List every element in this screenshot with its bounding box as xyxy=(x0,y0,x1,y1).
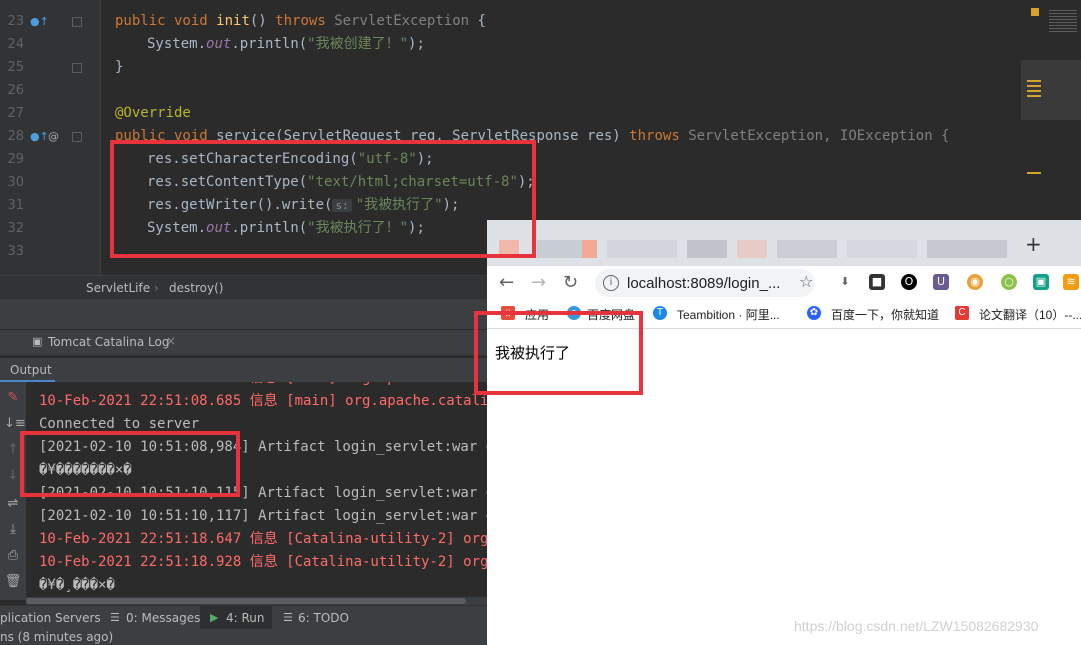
extension-icon[interactable]: ■ xyxy=(869,274,885,290)
code-line-23: public void init() throws ServletExcepti… xyxy=(115,13,486,29)
log-line: 10-Feb-2021 22:51:07.XXX 信息 [main] org.a… xyxy=(39,382,487,390)
line-number: 27 xyxy=(7,106,24,121)
breadcrumb-method[interactable]: destroy() xyxy=(169,281,223,295)
line-number: 29 xyxy=(7,152,24,167)
extension-icon[interactable]: ○ xyxy=(1001,274,1017,290)
blurred-tab[interactable] xyxy=(847,240,917,258)
info-icon[interactable]: i xyxy=(603,275,619,291)
line-number: 31 xyxy=(7,198,24,213)
rss-icon[interactable]: ≋ xyxy=(1063,274,1079,290)
watermark: https://blog.csdn.net/LZW15082682930 xyxy=(794,618,1039,634)
line-number: 24 xyxy=(7,37,24,52)
blurred-tab[interactable] xyxy=(777,240,837,258)
close-icon[interactable]: × xyxy=(166,334,176,348)
log-line: 10-Feb-2021 22:51:18.928 信息 [Catalina-ut… xyxy=(39,554,487,570)
annotation-box-browser xyxy=(474,311,643,395)
breadcrumb-class[interactable]: ServletLife xyxy=(86,281,150,295)
override-icon[interactable]: ●↑ xyxy=(30,125,49,148)
messages-icon: ☰ xyxy=(110,611,120,624)
extension-icon[interactable]: O xyxy=(901,274,917,290)
run-icon: ▶ xyxy=(210,611,219,624)
at-annotation-icon[interactable]: @ xyxy=(48,125,59,148)
blurred-tab[interactable] xyxy=(737,240,767,258)
code-line-25: } xyxy=(115,59,124,75)
warning-marker[interactable] xyxy=(1031,8,1039,16)
reload-icon[interactable]: ↻ xyxy=(563,272,578,293)
scroll-to-end-icon[interactable]: ⤓ xyxy=(4,522,22,537)
tab-run[interactable]: 4: Run xyxy=(226,611,265,625)
forward-icon[interactable]: → xyxy=(531,272,546,293)
new-tab-button[interactable]: + xyxy=(1025,232,1042,256)
annotation-box-console xyxy=(20,431,240,497)
annotation-box-code xyxy=(110,140,536,258)
bookmark-teambition[interactable]: Teambition · 阿里... xyxy=(677,306,780,323)
status-text: ns (8 minutes ago) xyxy=(0,630,114,644)
save-icon[interactable]: ▣ xyxy=(1033,274,1049,290)
tab-output[interactable]: Output xyxy=(10,363,52,377)
back-icon[interactable]: ← xyxy=(499,272,514,293)
line-number: 28 xyxy=(7,129,24,144)
download-icon[interactable]: ⬇ xyxy=(837,274,853,290)
line-number: 33 xyxy=(7,244,24,259)
line-number: 26 xyxy=(7,83,24,98)
address-bar[interactable]: i localhost:8089/login_... xyxy=(595,269,815,297)
baidu-paw-icon: ✿ xyxy=(807,306,821,320)
tomcat-log-icon: ▣ xyxy=(32,335,43,348)
fold-icon[interactable] xyxy=(72,17,82,27)
fold-icon[interactable] xyxy=(72,132,82,142)
log-line: �¥�¸���×� xyxy=(39,577,115,593)
clear-icon[interactable]: ✎ xyxy=(4,390,22,405)
line-number: 25 xyxy=(7,60,24,75)
line-number: 23 xyxy=(7,14,24,29)
bookmark-star-icon[interactable]: ☆ xyxy=(799,272,813,291)
trash-icon[interactable]: 🗑 xyxy=(4,574,22,589)
teambition-icon: T xyxy=(653,306,667,320)
output-tab-bar: Output xyxy=(0,358,487,382)
csdn-icon: C xyxy=(955,306,969,320)
console-horizontal-scrollbar[interactable] xyxy=(26,597,487,605)
scrollbar-thumb[interactable] xyxy=(26,598,466,604)
url-text[interactable]: localhost:8089/login_... xyxy=(627,275,780,292)
code-line-24: System.out.println("我被创建了！"); xyxy=(147,36,425,52)
tab-todo[interactable]: 6: TODO xyxy=(298,611,349,625)
print-icon[interactable]: ⎙ xyxy=(4,548,22,563)
log-line: 10-Feb-2021 22:51:18.647 信息 [Catalina-ut… xyxy=(39,531,487,547)
log-line: 10-Feb-2021 22:51:08.685 信息 [main] org.a… xyxy=(39,393,487,409)
browser-tab-strip: + xyxy=(487,220,1081,266)
blurred-tab[interactable] xyxy=(607,240,677,258)
code-line-27: @Override xyxy=(115,105,191,121)
status-bar: ns (8 minutes ago) xyxy=(0,629,487,645)
extension-icon[interactable]: ◉ xyxy=(967,274,983,290)
editor-gutter: 23 24 25 26 27 28 29 30 31 32 33 ●↑ ●↑ @ xyxy=(0,0,101,275)
fold-icon[interactable] xyxy=(72,63,82,73)
sort-icon[interactable]: ↓≡ xyxy=(4,416,26,431)
soft-wrap-icon[interactable]: ⇌ xyxy=(4,496,22,511)
tab-application-servers[interactable]: plication Servers xyxy=(0,611,101,625)
tool-window-bar: plication Servers ☰ 0: Messages ▶ 4: Run… xyxy=(0,605,487,630)
blurred-tab[interactable] xyxy=(927,240,1007,258)
browser-toolbar: ← → ↻ i localhost:8089/login_... ☆ ⬇ ■ O… xyxy=(487,266,1081,300)
browser-window: + ← → ↻ i localhost:8089/login_... ☆ ⬇ ■… xyxy=(487,220,1081,645)
override-icon[interactable]: ●↑ xyxy=(30,10,49,33)
line-number: 32 xyxy=(7,221,24,236)
tab-messages[interactable]: 0: Messages xyxy=(126,611,200,625)
bookmark-paper-translation[interactable]: 论文翻译（10）--... xyxy=(979,306,1081,323)
line-number: 30 xyxy=(7,175,24,190)
blurred-tab[interactable] xyxy=(687,240,727,258)
bookmark-baidu[interactable]: 百度一下，你就知道 xyxy=(831,306,939,323)
extension-icon[interactable]: U xyxy=(933,274,949,290)
run-tab-bar: ▣ Tomcat Catalina Log × xyxy=(0,330,487,356)
log-line: [2021-02-10 10:51:10,117] Artifact login… xyxy=(39,508,487,524)
todo-icon: ☰ xyxy=(283,611,293,624)
tab-tomcat-catalina-log[interactable]: Tomcat Catalina Log xyxy=(48,335,169,349)
